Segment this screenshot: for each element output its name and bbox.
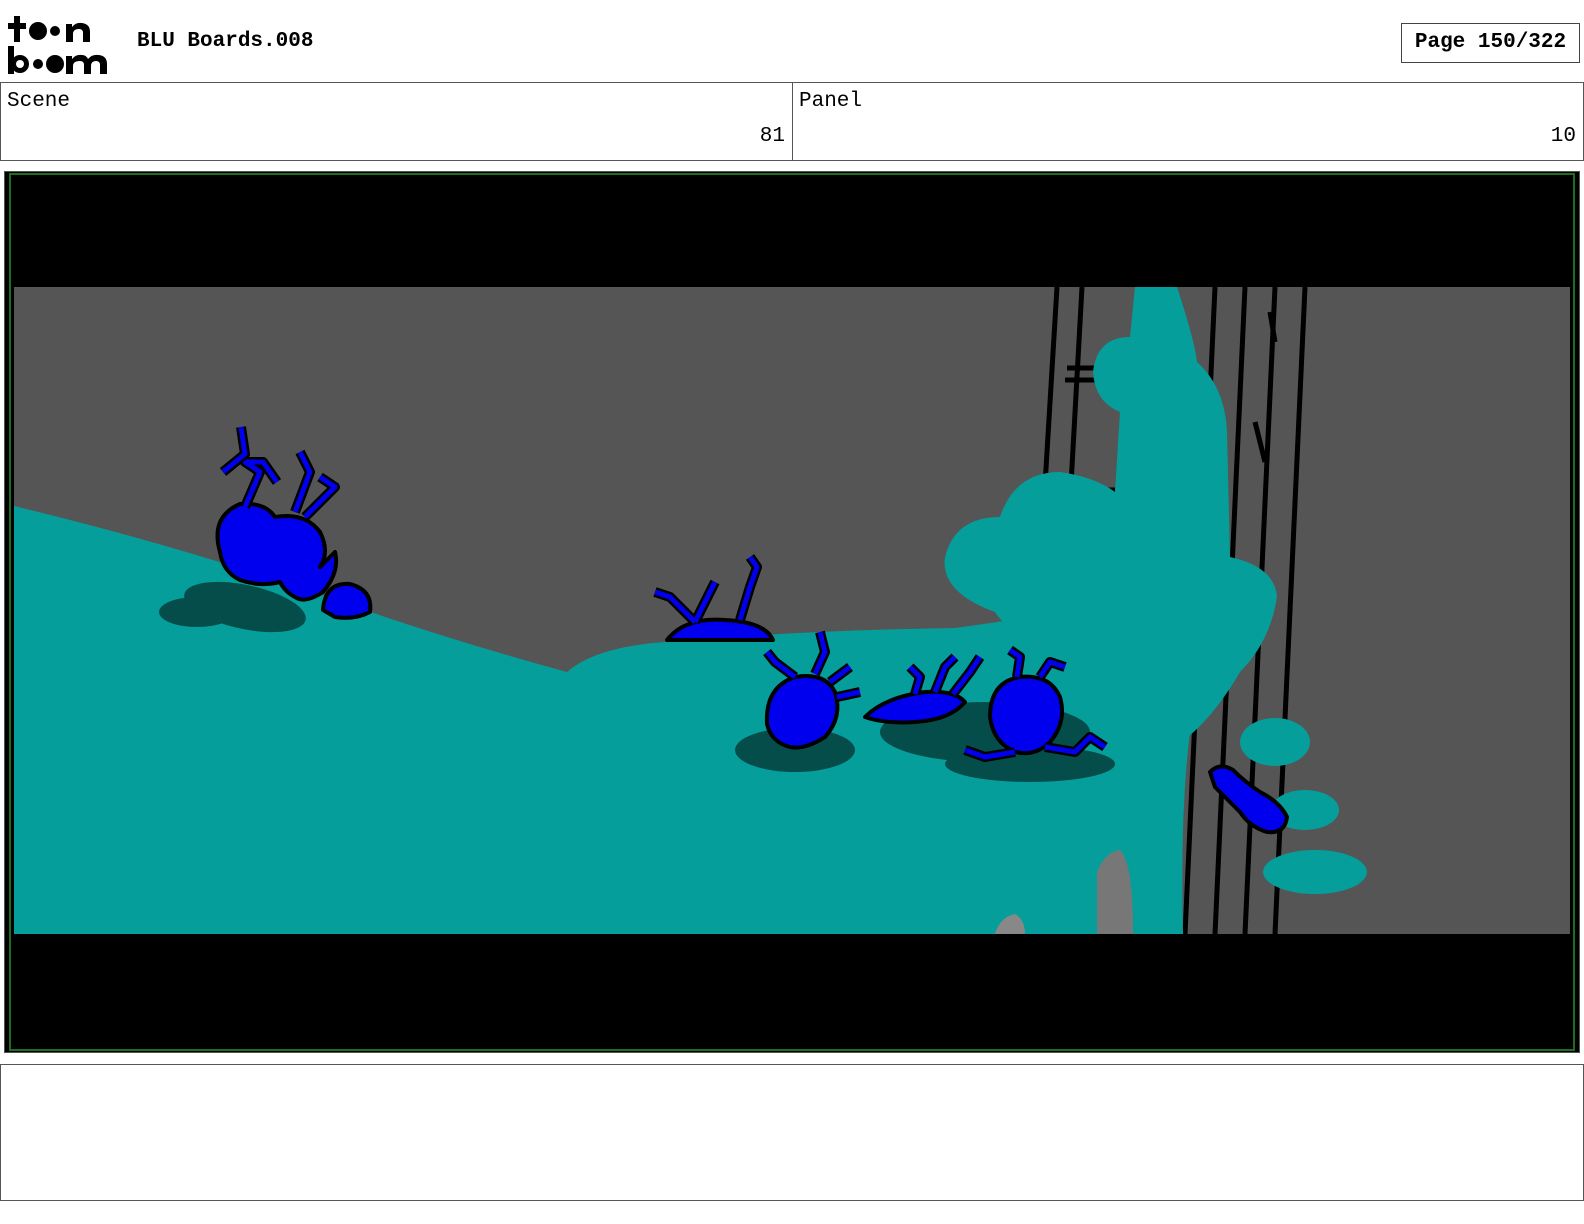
creature-2 bbox=[321, 581, 373, 620]
creature-6 bbox=[988, 674, 1064, 756]
creature-4 bbox=[764, 674, 840, 750]
panel-label: Panel bbox=[799, 90, 863, 113]
notes-area bbox=[0, 1064, 1584, 1201]
scene-field: Scene 81 bbox=[0, 82, 793, 161]
toon-boom-logo bbox=[8, 16, 107, 74]
page-indicator: Page 150/322 bbox=[1401, 23, 1580, 63]
scene-number: 81 bbox=[759, 125, 785, 148]
scene-label: Scene bbox=[7, 90, 71, 113]
panel-field: Panel 10 bbox=[792, 82, 1584, 161]
header: BLU Boards.008 Page 150/322 bbox=[0, 0, 1584, 82]
storyboard-artwork bbox=[5, 172, 1579, 1052]
panel-number: 10 bbox=[1550, 125, 1576, 148]
storyboard-frame bbox=[4, 171, 1580, 1053]
document-title: BLU Boards.008 bbox=[137, 30, 314, 53]
